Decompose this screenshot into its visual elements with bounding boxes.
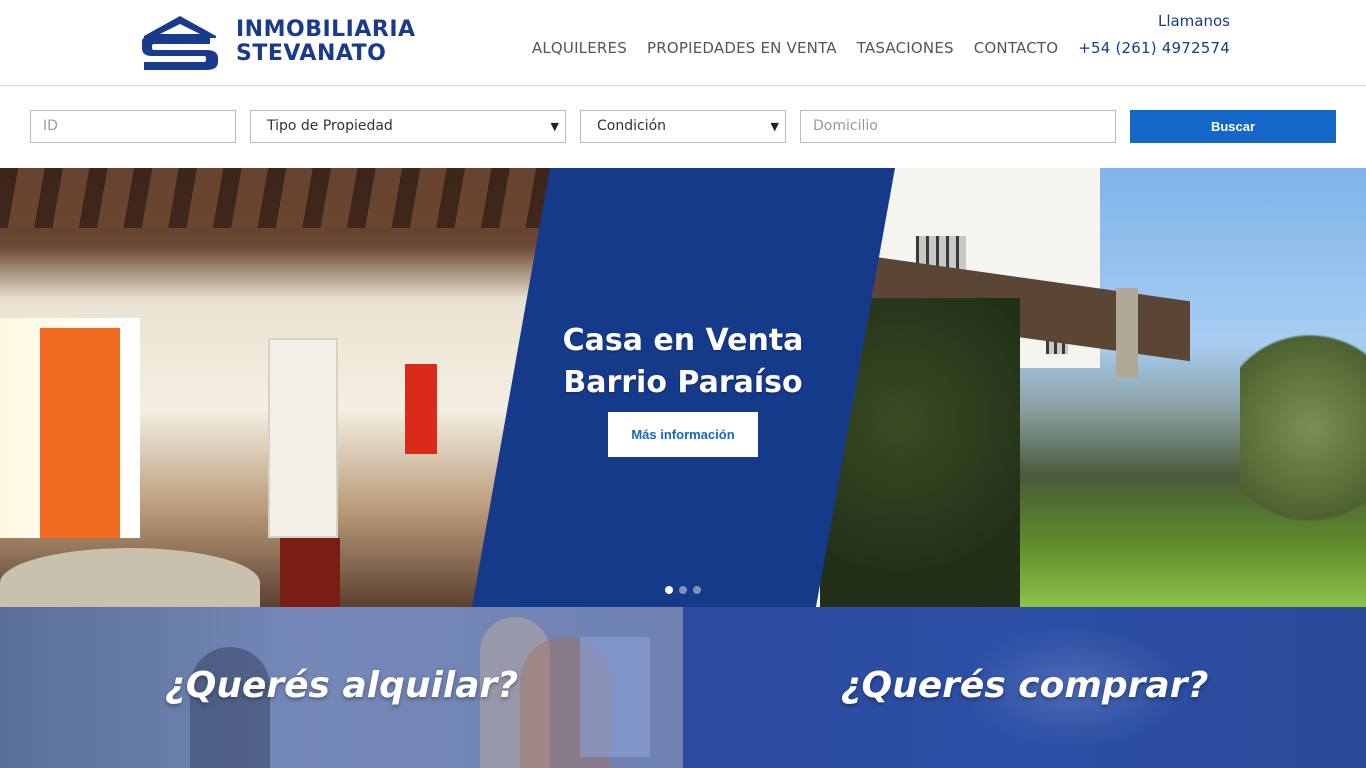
main-nav: ALQUILERES PROPIEDADES EN VENTA TASACION… <box>512 39 1230 57</box>
rent-panel[interactable]: ¿Querés alquilar? <box>0 607 683 768</box>
domicilio-input[interactable]: Domicilio <box>800 110 1116 143</box>
condicion-value: Condición <box>597 118 667 134</box>
call-label: Llamanos <box>1157 12 1230 30</box>
dropdown-caret-icon: ▼ <box>550 120 559 133</box>
more-info-button[interactable]: Más información <box>608 412 758 457</box>
search-bar: ID Tipo de Propiedad ▼ Condición ▼ Domic… <box>0 87 1366 168</box>
hero-title-line-1: Casa en Venta <box>562 323 804 358</box>
tipo-propiedad-value: Tipo de Propiedad <box>267 118 393 134</box>
slider-dot-1[interactable] <box>665 586 673 594</box>
nav-item-alquileres[interactable]: ALQUILERES <box>532 39 627 57</box>
brand-name: INMOBILIARIA STEVANATO <box>236 18 416 66</box>
tipo-propiedad-select[interactable]: Tipo de Propiedad ▼ <box>250 110 566 143</box>
dropdown-caret-icon: ▼ <box>770 120 779 133</box>
search-button[interactable]: Buscar <box>1130 110 1336 143</box>
nav-item-propiedades-en-venta[interactable]: PROPIEDADES EN VENTA <box>647 39 837 57</box>
buy-panel[interactable]: ¿Querés comprar? <box>683 607 1366 768</box>
brand-line-1: INMOBILIARIA <box>236 17 416 42</box>
condicion-select[interactable]: Condición ▼ <box>580 110 786 143</box>
nav-item-contacto[interactable]: CONTACTO <box>974 39 1059 57</box>
phone-link[interactable]: +54 (261) 4972574 <box>1078 39 1230 57</box>
id-input[interactable]: ID <box>30 110 236 143</box>
rent-panel-title: ¿Querés alquilar? <box>164 665 519 706</box>
buy-panel-title: ¿Querés comprar? <box>840 665 1209 706</box>
slider-dot-3[interactable] <box>693 586 701 594</box>
house-s-logo-icon <box>142 16 218 70</box>
nav-item-tasaciones[interactable]: TASACIONES <box>857 39 954 57</box>
slider-dot-2[interactable] <box>679 586 687 594</box>
brand-logo[interactable]: INMOBILIARIA STEVANATO <box>140 14 416 70</box>
brand-line-2: STEVANATO <box>236 41 387 66</box>
site-header: INMOBILIARIA STEVANATO Llamanos ALQUILER… <box>0 0 1366 86</box>
hero-slider: Casa en Venta Barrio Paraíso Más informa… <box>0 168 1366 607</box>
slider-dots <box>665 586 707 594</box>
hero-title-line-2: Barrio Paraíso <box>563 365 803 400</box>
hero-title: Casa en Venta Barrio Paraíso <box>533 320 833 404</box>
